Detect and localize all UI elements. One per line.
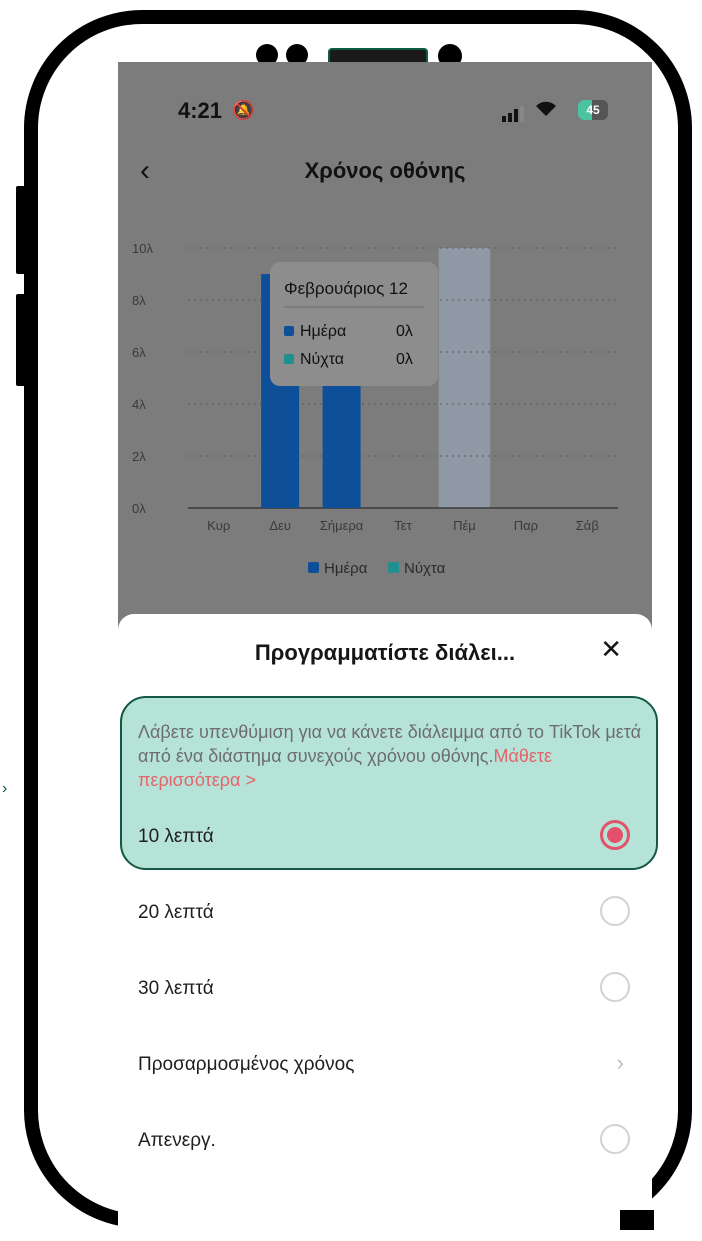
page-title: Χρόνος οθόνης bbox=[304, 158, 466, 183]
option-10-min[interactable]: 10 λεπτά bbox=[138, 820, 630, 860]
y-tick-label: 8λ bbox=[132, 293, 146, 308]
tooltip-title: Φεβρουάριος 12 bbox=[284, 279, 408, 298]
battery-icon: 45 bbox=[578, 100, 608, 120]
option-20-min[interactable]: 20 λεπτά bbox=[138, 896, 630, 936]
legend-label: Νύχτα bbox=[404, 560, 446, 577]
tooltip-row-label: Ημέρα bbox=[300, 323, 346, 340]
y-tick-label: 10λ bbox=[132, 241, 153, 256]
chevron-right-icon: › bbox=[2, 780, 8, 797]
y-tick-label: 6λ bbox=[132, 345, 146, 360]
x-tick-label: Δευ bbox=[269, 518, 291, 533]
x-tick-label: Κυρ bbox=[207, 518, 230, 533]
frame-corner bbox=[620, 1210, 654, 1230]
x-tick-label: Σάβ bbox=[576, 518, 599, 533]
radio-icon[interactable] bbox=[600, 972, 630, 1002]
tooltip-swatch bbox=[284, 354, 294, 364]
bell-muted-icon: 🔕 bbox=[232, 100, 255, 120]
break-sheet: Προγραμματίστε διάλει... ✕ Λάβετε υπενθύ… bbox=[118, 614, 658, 1228]
option-30-min[interactable]: 30 λεπτά bbox=[138, 972, 630, 1012]
option-off[interactable]: Απενεργ. bbox=[138, 1124, 630, 1164]
option-label: 10 λεπτά bbox=[138, 826, 214, 847]
legend-swatch bbox=[388, 562, 399, 573]
tooltip-swatch bbox=[284, 326, 294, 336]
legend-label: Ημέρα bbox=[324, 560, 368, 577]
chevron-right-icon: › bbox=[616, 1050, 624, 1075]
signal-icon bbox=[502, 102, 526, 128]
x-tick-label: Πέμ bbox=[453, 518, 476, 533]
legend-swatch bbox=[308, 562, 319, 573]
radio-icon[interactable] bbox=[600, 1124, 630, 1154]
y-tick-label: 0λ bbox=[132, 501, 146, 516]
x-tick-label: Σήμερα bbox=[320, 518, 364, 533]
option-custom-time[interactable]: Προσαρμοσμένος χρόνος › bbox=[138, 1048, 630, 1088]
wifi-icon bbox=[534, 98, 558, 124]
radio-icon[interactable] bbox=[600, 896, 630, 926]
y-tick-label: 2λ bbox=[132, 449, 146, 464]
option-label: 30 λεπτά bbox=[138, 978, 214, 999]
close-button[interactable]: ✕ bbox=[600, 634, 622, 665]
tooltip-row-label: Νύχτα bbox=[300, 351, 344, 368]
status-time: 4:21 bbox=[178, 98, 223, 123]
radio-selected-icon[interactable] bbox=[600, 820, 630, 850]
y-tick-label: 4λ bbox=[132, 397, 146, 412]
tooltip-row-value: 0λ bbox=[396, 351, 413, 368]
sheet-title: Προγραμματίστε διάλει... bbox=[254, 640, 516, 665]
status-bar: 4:21 🔕 45 bbox=[178, 98, 612, 128]
option-label: Απενεργ. bbox=[138, 1130, 216, 1151]
option-label: 20 λεπτά bbox=[138, 902, 214, 923]
description-text: Λάβετε υπενθύμιση για να κάνετε διάλειμμ… bbox=[138, 722, 642, 790]
selected-column-highlight bbox=[438, 248, 491, 508]
app-screen: 4:21 🔕 45 ‹ Χρόνος οθόνης 0λ 2λ 4λ 6λ 8λ 10λ Κ… bbox=[118, 62, 658, 1228]
tooltip-row-value: 0λ bbox=[396, 323, 413, 340]
x-tick-label: Παρ bbox=[514, 518, 538, 533]
usage-chart: 0λ 2λ 4λ 6λ 8λ 10λ Κυρ Δευ Σήμερα Τετ Πέμ Παρ Σάβ Ημέ… bbox=[132, 241, 618, 577]
x-tick-label: Τετ bbox=[394, 518, 412, 533]
option-label: Προσαρμοσμένος χρόνος bbox=[138, 1054, 355, 1075]
